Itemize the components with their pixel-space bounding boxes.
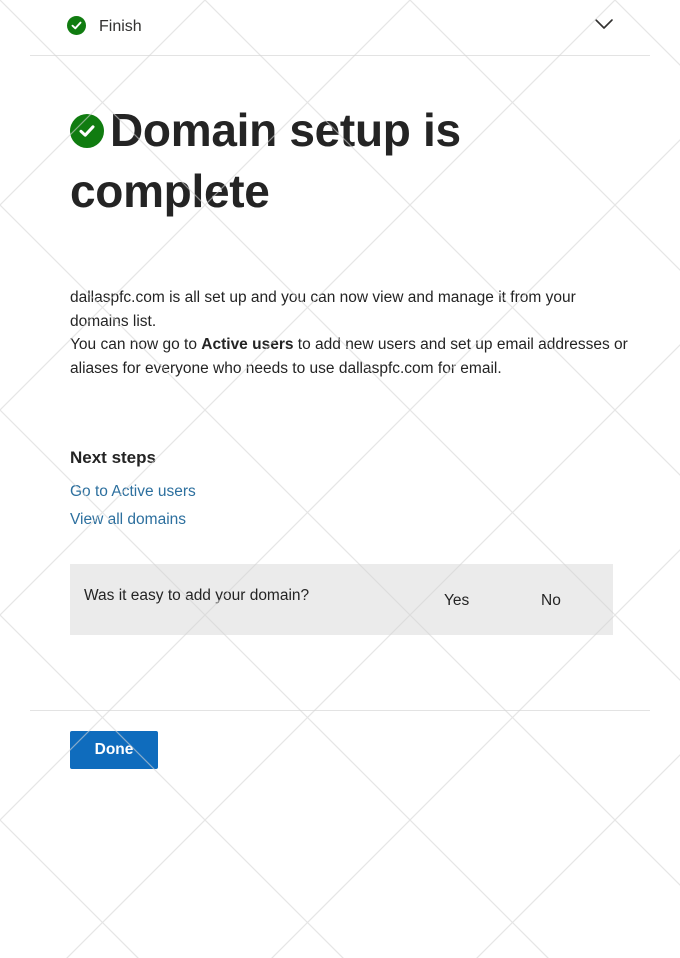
next-steps-section: Next steps Go to Active users View all d… (70, 448, 470, 534)
feedback-no-button[interactable]: No (541, 592, 561, 610)
feedback-yes-button[interactable]: Yes (444, 592, 469, 610)
feedback-question: Was it easy to add your domain? (84, 587, 310, 604)
description: dallaspfc.com is all set up and you can … (70, 286, 630, 380)
step-label: Finish (99, 18, 142, 35)
step-header: Finish (30, 0, 650, 56)
done-button[interactable]: Done (70, 731, 158, 769)
check-circle-icon (70, 114, 104, 148)
description-paragraph: dallaspfc.com is all set up and you can … (70, 289, 576, 330)
check-circle-icon (67, 16, 86, 35)
domain-setup-complete-page: Finish Domain setup is complete dallaspf… (0, 0, 680, 958)
title-block: Domain setup is complete (70, 100, 630, 222)
next-steps-heading: Next steps (70, 448, 156, 467)
view-all-domains-link[interactable]: View all domains (70, 506, 470, 534)
feedback-panel: Was it easy to add your domain? Yes No (70, 564, 613, 635)
go-to-active-users-link[interactable]: Go to Active users (70, 478, 470, 506)
description-paragraph-active-users: You can now go to Active users to add ne… (70, 333, 630, 380)
active-users-emphasis: Active users (201, 336, 294, 353)
page-title: Domain setup is complete (70, 104, 461, 217)
footer-divider (30, 710, 650, 711)
chevron-down-icon[interactable] (593, 13, 615, 35)
description-prefix: You can now go to (70, 336, 202, 353)
